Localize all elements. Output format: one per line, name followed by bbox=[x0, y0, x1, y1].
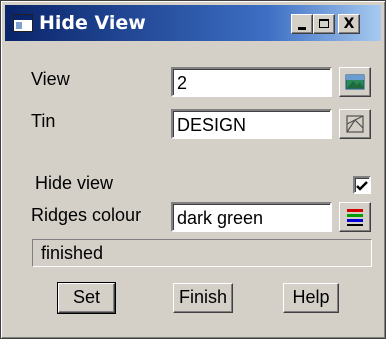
tin-label: Tin bbox=[31, 111, 56, 131]
tin-input[interactable]: DESIGN bbox=[171, 109, 332, 139]
status-message: finished bbox=[32, 239, 372, 267]
minimize-icon bbox=[298, 27, 306, 30]
app-icon bbox=[13, 14, 33, 32]
tin-picker-button[interactable] bbox=[339, 109, 371, 139]
view-input[interactable]: 2 bbox=[171, 67, 332, 97]
checkmark-icon bbox=[356, 181, 368, 191]
view-picker-icon bbox=[345, 74, 365, 90]
ridges-colour-label: Ridges colour bbox=[31, 205, 142, 225]
hide-view-dialog: Hide View X View 2 Tin DESIGN Hide view bbox=[0, 0, 386, 339]
view-label: View bbox=[31, 69, 70, 89]
hide-view-label: Hide view bbox=[35, 173, 114, 193]
tin-picker-icon bbox=[346, 115, 364, 133]
maximize-icon bbox=[319, 19, 329, 28]
window-title: Hide View bbox=[39, 12, 146, 34]
finish-button[interactable]: Finish bbox=[173, 283, 233, 313]
close-button[interactable]: X bbox=[338, 14, 360, 34]
maximize-button[interactable] bbox=[313, 14, 335, 34]
close-icon: X bbox=[343, 16, 355, 32]
help-button[interactable]: Help bbox=[283, 283, 339, 313]
title-bar[interactable]: Hide View X bbox=[5, 5, 381, 41]
ridges-colour-input[interactable]: dark green bbox=[171, 202, 332, 232]
colour-picker-button[interactable] bbox=[339, 202, 371, 232]
hide-view-checkbox[interactable] bbox=[353, 176, 371, 194]
set-button[interactable]: Set bbox=[57, 282, 116, 314]
colour-picker-icon bbox=[347, 209, 363, 226]
view-picker-button[interactable] bbox=[339, 67, 371, 97]
minimize-button[interactable] bbox=[291, 14, 313, 34]
